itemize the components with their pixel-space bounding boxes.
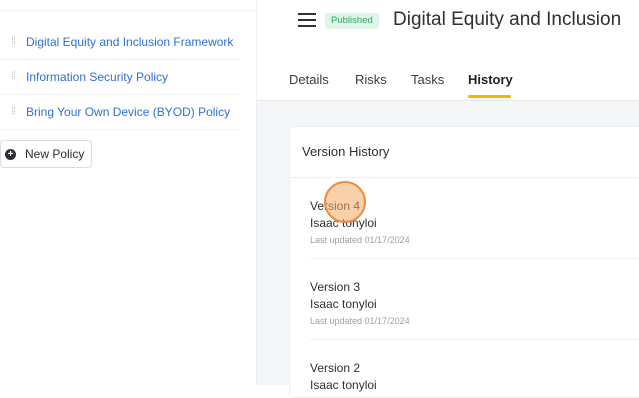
version-label[interactable]: Version 3 — [310, 280, 639, 294]
sidebar-divider — [0, 10, 256, 11]
new-policy-button[interactable]: + New Policy — [0, 140, 92, 168]
version-author: Isaac tonyloi — [310, 297, 377, 311]
drag-handle-icon[interactable]: ⁞⁞ — [0, 72, 26, 82]
version-author: Isaac tonyloi — [310, 378, 377, 392]
page-header: Published Digital Equity and Inclusion — [257, 0, 639, 60]
entry-divider — [310, 258, 639, 259]
policy-item-label[interactable]: Bring Your Own Device (BYOD) Policy — [26, 105, 230, 119]
tab-history[interactable]: History — [468, 72, 513, 87]
policy-item-label[interactable]: Information Security Policy — [26, 70, 168, 84]
version-entry[interactable]: Version 3 Isaac tonyloi Last updated 01/… — [310, 280, 639, 326]
version-entry[interactable]: Version 2 Isaac tonyloi — [310, 361, 639, 392]
tab-risks[interactable]: Risks — [355, 72, 387, 87]
policy-item-information-security[interactable]: ⁞⁞ Information Security Policy — [0, 60, 240, 95]
plus-circle-icon: + — [5, 148, 16, 160]
page-title: Digital Equity and Inclusion — [393, 9, 622, 30]
entry-divider — [310, 339, 639, 340]
version-author: Isaac tonyloi — [310, 216, 377, 230]
policy-sidebar: ⁞⁞ Digital Equity and Inclusion Framewor… — [0, 0, 257, 385]
main-panel: Published Digital Equity and Inclusion D… — [257, 0, 639, 398]
drag-handle-icon[interactable]: ⁞⁞ — [0, 37, 26, 47]
new-policy-label: New Policy — [25, 147, 85, 161]
tab-bar: Details Risks Tasks History — [257, 60, 639, 101]
card-divider — [290, 177, 639, 178]
policy-item-byod[interactable]: ⁞⁞ Bring Your Own Device (BYOD) Policy — [0, 95, 240, 130]
drag-handle-icon[interactable]: ⁞⁞ — [0, 107, 26, 117]
tab-details[interactable]: Details — [289, 72, 329, 87]
hamburger-menu-icon[interactable] — [298, 13, 316, 27]
version-label[interactable]: Version 2 — [310, 361, 639, 375]
version-history-card: Version History Version 4 Isaac tonyloi … — [289, 126, 639, 398]
version-updated: Last updated 01/17/2024 — [310, 235, 410, 245]
version-label[interactable]: Version 4 — [310, 199, 639, 213]
policy-item-label[interactable]: Digital Equity and Inclusion Framework — [26, 35, 233, 49]
active-tab-indicator — [468, 95, 511, 98]
version-updated: Last updated 01/17/2024 — [310, 316, 410, 326]
status-badge: Published — [325, 13, 379, 29]
policy-item-digital-equity[interactable]: ⁞⁞ Digital Equity and Inclusion Framewor… — [0, 25, 240, 60]
tab-tasks[interactable]: Tasks — [411, 72, 444, 87]
version-history-title: Version History — [302, 144, 390, 159]
version-entry[interactable]: Version 4 Isaac tonyloi Last updated 01/… — [310, 199, 639, 245]
